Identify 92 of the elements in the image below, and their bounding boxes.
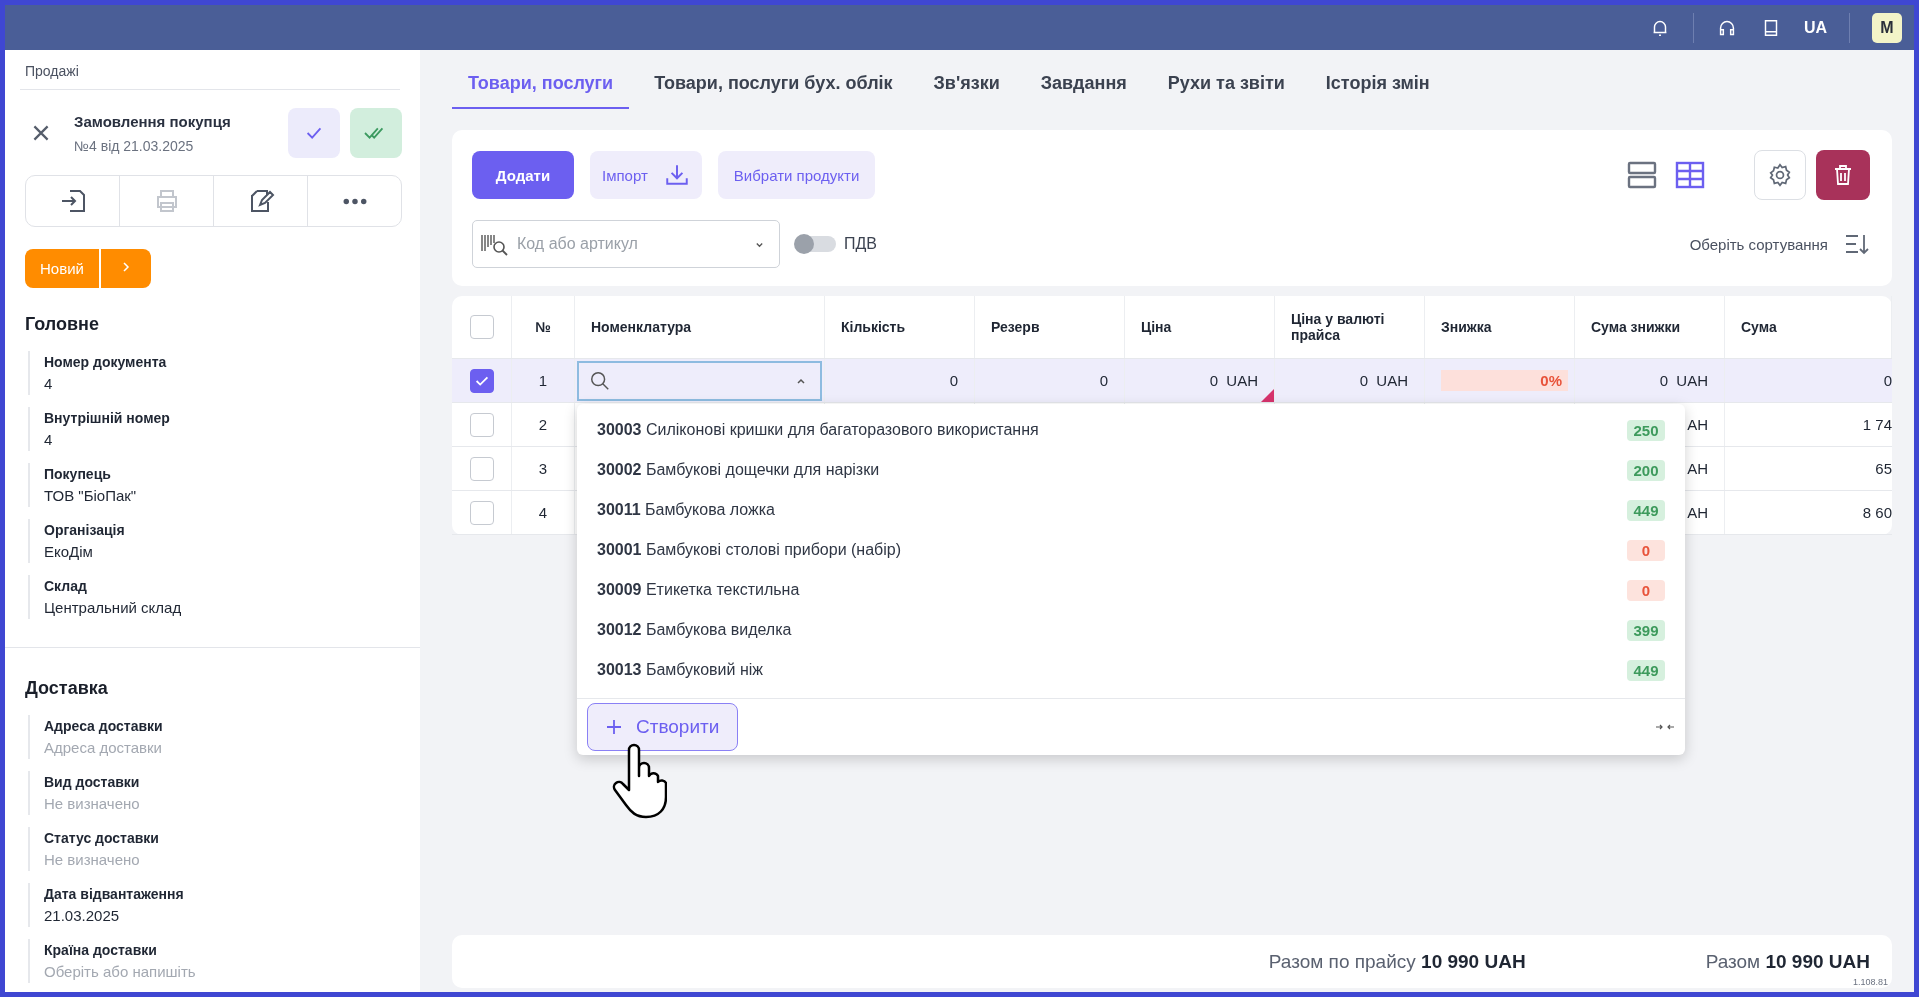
table-cell: 0 UAH [1209,372,1258,389]
rows-view-icon[interactable] [1626,159,1658,191]
column-header: Резерв [991,319,1040,335]
total: Разом 10 990 UAH [1705,950,1870,973]
field-value[interactable]: Центральний склад [44,599,182,616]
discount-cell: 0% [1441,370,1568,391]
field-value[interactable]: 4 [44,431,53,448]
field-label: Вид доставки [44,774,140,790]
tab[interactable]: Зв'язки [917,50,1016,109]
table-cell: 0 UAH [1359,372,1408,389]
row-checkbox[interactable] [469,368,494,393]
table-cell: 0 [1883,372,1892,389]
collapse-icon[interactable] [1655,722,1675,732]
product-search-field[interactable] [577,360,822,401]
plus-icon [606,719,622,735]
sort-button[interactable]: Оберіть сортування [1689,235,1828,253]
document-title: Замовлення покупця [74,112,231,130]
download-icon [663,162,690,188]
product-option[interactable]: 30009 Етикетка текстильна 0 [577,570,1685,610]
table-cell: 0 [949,372,958,389]
product-option[interactable]: 30001 Бамбукові столові прибори (набір) 0 [577,530,1685,570]
product-option[interactable]: 30013 Бамбуковий ніж 449 [577,650,1685,690]
choose-products-button[interactable]: Вибрати продукти [717,151,876,199]
settings-icon [1767,162,1793,188]
tab[interactable]: Завдання [1024,50,1143,109]
field-label: Внутрішній номер [44,410,170,426]
tab[interactable]: Товари, послуги бух. облік [638,50,909,109]
table-cell: 1 74 [1862,416,1892,433]
import-button[interactable]: Імпорт [590,151,702,199]
field-value[interactable]: 4 [44,375,53,392]
field-label: Покупець [44,466,111,482]
more-icon [342,197,367,205]
table-cell: 3 [538,460,548,477]
product-option[interactable]: 30003 Силіконові кришки для багаторазового використання 250 [577,410,1685,450]
table-cell: 0 UAH [1659,372,1708,389]
section-heading: Головне [25,314,99,335]
table-cell: 4 [538,504,548,521]
row-checkbox[interactable] [469,412,494,437]
field-label: Адреса доставки [44,718,163,734]
avatar-button[interactable]: M [1872,12,1902,43]
breadcrumb[interactable]: Продажі [20,50,400,90]
table-cell: АН [1687,460,1708,477]
field-label: Дата відвантаження [44,886,184,902]
table-cell: 2 [538,416,548,433]
delete-button[interactable] [1816,150,1870,200]
column-header: Кількість [841,319,906,335]
grid-view-icon[interactable] [1674,159,1706,191]
row-checkbox[interactable] [469,456,494,481]
column-header: Знижка [1441,319,1492,335]
search-icon [589,369,611,392]
column-header: Ціна [1141,319,1172,335]
settings-button[interactable] [1754,150,1806,200]
vat-toggle[interactable] [796,236,836,252]
tab[interactable]: Рухи та звіти [1151,50,1301,109]
field-value[interactable]: 21.03.2025 [44,907,120,924]
field-label: Номер документа [44,354,167,370]
product-option[interactable]: 30012 Бамбукова виделка 399 [577,610,1685,650]
tab[interactable]: Історія змін [1309,50,1446,109]
table-cell: АН [1687,504,1708,521]
create-button[interactable]: Створити [587,703,739,751]
column-header: Номенклатура [591,319,692,335]
version-label: 1.108.81 [1852,977,1888,987]
section-heading: Доставка [25,678,108,699]
field-value[interactable]: ЕкоДім [44,543,93,560]
field-value[interactable]: ТОВ "БіоПак" [44,487,137,504]
table-cell: 0 [1099,372,1108,389]
field-label: Склад [44,578,87,594]
add-button[interactable]: Додати [472,151,574,199]
field-label: Статус доставки [44,830,159,846]
column-header: Сума [1741,319,1777,335]
vat-label: ПДВ [844,235,877,253]
language-button[interactable]: UA [1803,18,1827,37]
table-cell: 8 60 [1862,504,1892,521]
table-cell: АН [1687,416,1708,433]
product-option[interactable]: 30011 Бамбукова ложка 449 [577,490,1685,530]
field-label: Країна доставки [44,942,157,958]
product-option[interactable]: 30002 Бамбукові дощечки для нарізки 200 [577,450,1685,490]
sort-icon[interactable] [1844,232,1870,256]
field-label: Організація [44,522,125,538]
column-header: № [535,319,551,335]
caret-icon [755,240,764,249]
price-total: Разом по прайсу 10 990 UAH [1268,950,1526,973]
code-search-field[interactable]: Код або артикул [472,220,780,268]
document-subtitle: №4 від 21.03.2025 [74,137,194,154]
column-header: Ціна у валюті прайса [1291,311,1386,343]
table-cell: 65 [1875,460,1892,477]
barcode-search-icon [480,232,510,256]
select-all-checkbox[interactable] [469,315,494,339]
column-header: Сума знижки [1591,319,1681,335]
row-checkbox[interactable] [469,500,494,525]
tab[interactable]: Товари, послуги [452,50,630,109]
table-cell: 1 [538,372,548,389]
